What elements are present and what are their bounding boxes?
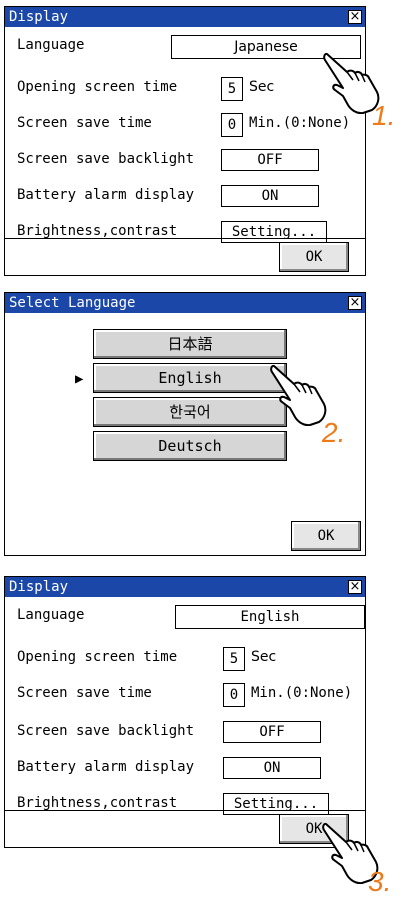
display-dialog-1: Display × Language Japanese Opening scre… (4, 6, 366, 276)
close-icon[interactable]: × (348, 580, 362, 594)
dialog-title: Display (9, 9, 69, 25)
screen-save-time-label: Screen save time (17, 115, 152, 131)
title-bar: Display × (5, 7, 365, 27)
screen-save-backlight-field[interactable]: OFF (223, 721, 321, 743)
battery-alarm-display-label: Battery alarm display (17, 759, 195, 775)
close-icon[interactable]: × (348, 296, 362, 310)
language-label: Language (17, 37, 85, 53)
step-label-3: 3. (368, 866, 392, 897)
language-option-english[interactable]: English (93, 363, 287, 393)
screen-save-backlight-label: Screen save backlight (17, 723, 195, 739)
language-option-korean[interactable]: 한국어 (93, 397, 287, 427)
opening-screen-time-label: Opening screen time (17, 79, 178, 95)
title-bar: Select Language × (5, 293, 365, 313)
brightness-contrast-label: Brightness,contrast (17, 223, 178, 239)
dialog-title: Select Language (9, 295, 136, 311)
title-bar: Display × (5, 577, 365, 597)
display-dialog-2: Display × Language English Opening scree… (4, 576, 366, 848)
language-option-german[interactable]: Deutsch (93, 431, 287, 461)
ok-button[interactable]: OK (279, 242, 349, 272)
opening-screen-time-unit: Sec (249, 79, 275, 95)
step-label-1: 1. (372, 100, 396, 131)
dialog-footer: OK (5, 238, 365, 275)
battery-alarm-display-field[interactable]: ON (223, 757, 321, 779)
close-icon[interactable]: × (348, 10, 362, 24)
step-label-2: 2. (322, 417, 346, 448)
opening-screen-time-label: Opening screen time (17, 649, 178, 665)
ok-button[interactable]: OK (291, 521, 361, 551)
screen-save-backlight-label: Screen save backlight (17, 151, 195, 167)
language-option-japanese[interactable]: 日本語 (93, 329, 287, 359)
screen-save-time-input[interactable]: 0 (223, 683, 245, 707)
screen-save-time-unit: Min.(0:None) (249, 115, 351, 131)
battery-alarm-display-label: Battery alarm display (17, 187, 195, 203)
brightness-contrast-label: Brightness,contrast (17, 795, 178, 811)
screen-save-backlight-field[interactable]: OFF (221, 149, 319, 171)
dialog-footer: OK (5, 810, 365, 847)
selection-arrow-icon: ▶ (75, 371, 84, 387)
language-field[interactable]: English (175, 605, 365, 629)
screen-save-time-label: Screen save time (17, 685, 152, 701)
screen-save-time-input[interactable]: 0 (221, 113, 243, 137)
dialog-title: Display (9, 579, 69, 595)
hand-pointer-icon (270, 364, 327, 426)
screen-save-time-unit: Min.(0:None) (251, 685, 353, 701)
opening-screen-time-input[interactable]: 5 (223, 647, 245, 671)
battery-alarm-display-field[interactable]: ON (221, 185, 319, 207)
opening-screen-time-input[interactable]: 5 (221, 77, 243, 101)
opening-screen-time-unit: Sec (251, 649, 277, 665)
language-label: Language (17, 607, 85, 623)
